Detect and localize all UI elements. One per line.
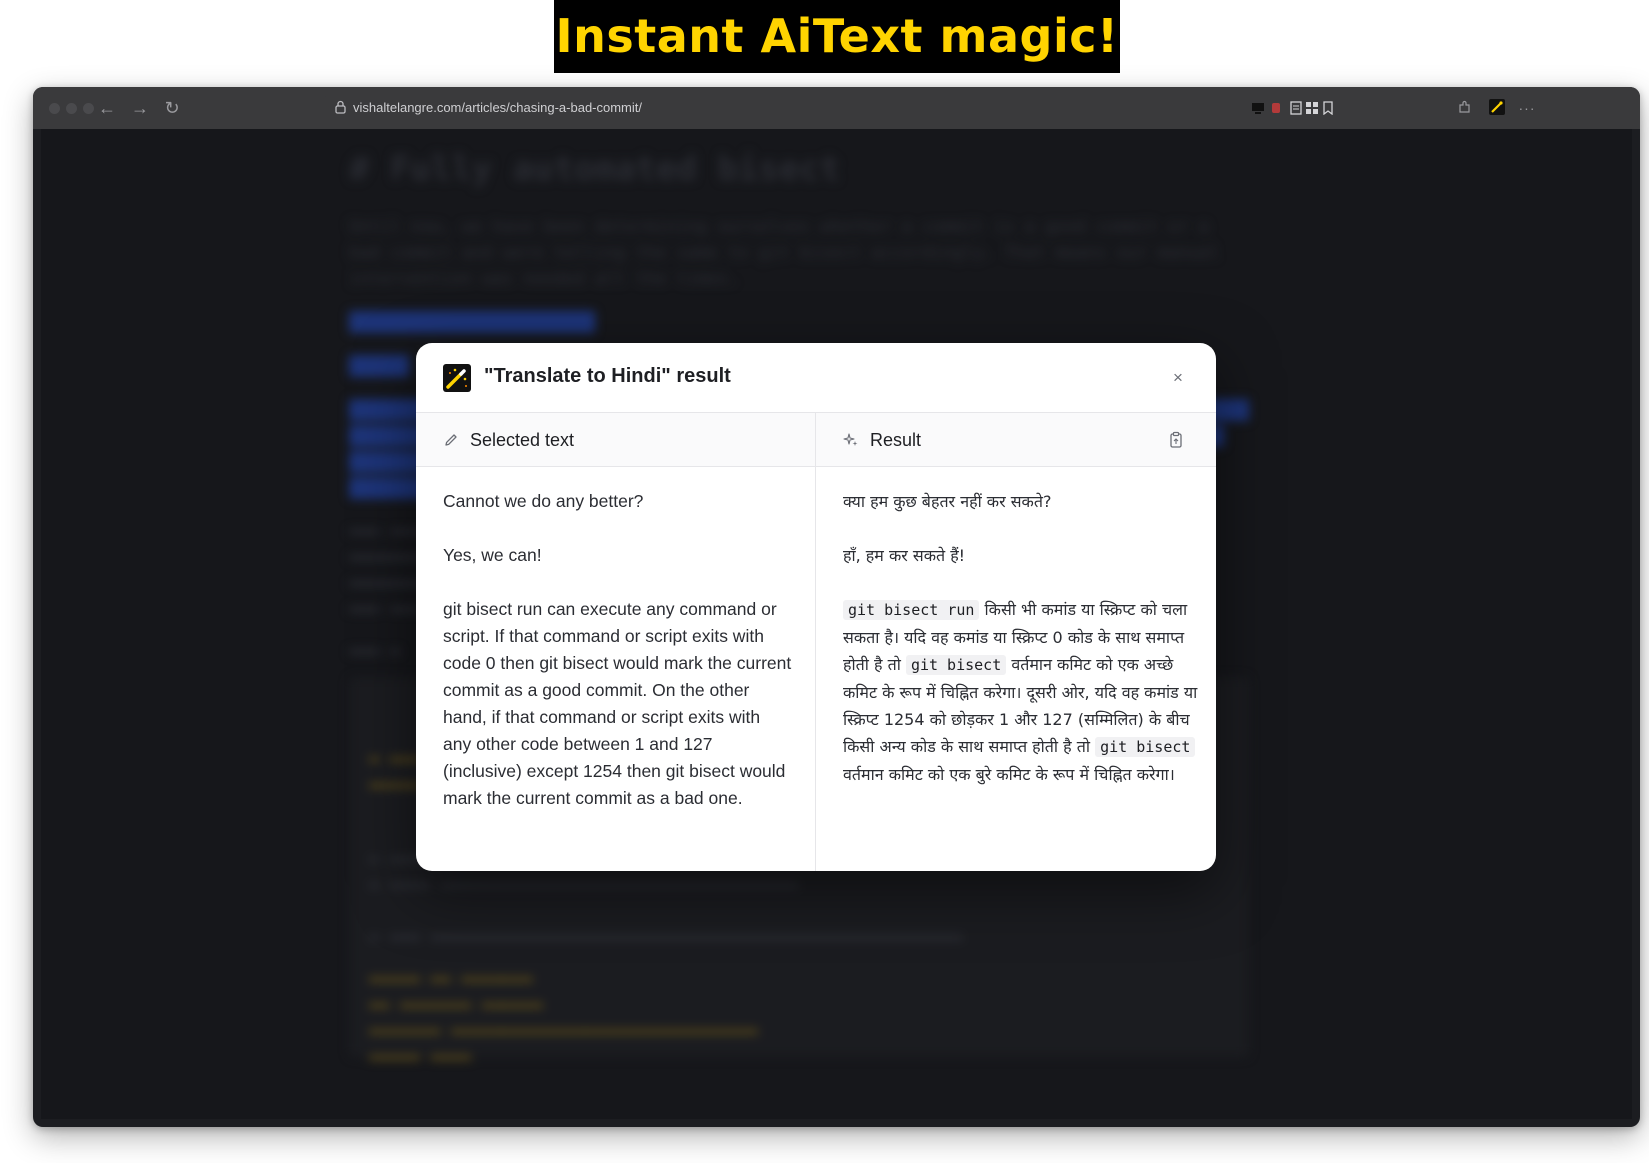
modal-title: "Translate to Hindi" result <box>484 365 731 387</box>
selected-text-label: Selected text <box>470 430 575 450</box>
lock-icon <box>335 100 346 114</box>
article-heading: # Fully automated bisect <box>349 149 841 189</box>
address-bar[interactable]: vishaltelangre.com/articles/chasing-a-ba… <box>323 95 1441 121</box>
banner-title: Instant AiText magic! <box>554 0 1120 73</box>
result-paragraph: git bisect run किसी भी कमांड या स्क्रिप्… <box>843 596 1198 788</box>
inline-code: git bisect run <box>843 600 980 620</box>
blurred-code: ▬▬ ▬▬▬▬▬▬▬ ▬▬▬▬▬▬ <box>369 995 543 1015</box>
minimize-window-dot[interactable] <box>66 103 77 114</box>
close-icon[interactable]: × <box>1167 367 1189 389</box>
extension-icon[interactable] <box>1457 100 1471 114</box>
reload-icon[interactable]: ↻ <box>160 96 184 120</box>
zoom-window-dot[interactable] <box>83 103 94 114</box>
blurred-text: ▬▬▬ ▬▬▬ <box>349 599 421 619</box>
back-arrow-icon[interactable]: ← <box>95 96 119 120</box>
selected-paragraph: git bisect run can execute any command o… <box>443 599 792 808</box>
article-line-1: Until now, we have been determining ours… <box>349 217 1209 237</box>
result-body[interactable]: क्या हम कुछ बेहतर नहीं कर सकते? हाँ, हम … <box>843 488 1198 815</box>
selected-text-header: Selected text <box>416 413 815 467</box>
reader-icon[interactable] <box>1289 101 1303 115</box>
blurred-code: ▬▬▬▬▬ ▬▬▬▬ <box>369 1047 472 1067</box>
result-text: वर्तमान कमिट को एक बुरे कमिट के रूप में … <box>843 765 1175 784</box>
browser-toolbar: ← → ↻ vishaltelangre.com/articles/chasin… <box>33 87 1640 129</box>
result-paragraph: क्या हम कुछ बेहतर नहीं कर सकते? <box>843 492 1052 511</box>
blurred-text: ▬▬▬ ▬ <box>349 641 401 661</box>
article-line-3: intervention was needed all the times. <box>349 269 738 289</box>
bookmark-icon[interactable] <box>1321 101 1335 115</box>
copy-clipboard-icon[interactable] <box>1168 431 1184 449</box>
selected-paragraph: Cannot we do any better? <box>443 491 644 511</box>
screen-icon[interactable] <box>1251 101 1265 115</box>
url-text[interactable]: vishaltelangre.com/articles/chasing-a-ba… <box>353 100 642 115</box>
pencil-icon <box>445 434 457 446</box>
selected-text-panel: Selected text Cannot we do any better? Y… <box>416 413 816 871</box>
result-paragraph: हाँ, हम कर सकते हैं! <box>843 546 966 565</box>
grid-icon[interactable] <box>1305 101 1319 115</box>
highlight-block <box>349 355 409 377</box>
blurred-code: ▬▬▬▬▬ <box>369 775 421 795</box>
forward-arrow-icon[interactable]: → <box>128 96 152 120</box>
blurred-code: ▬▬▬▬▬ ▬▬ ▬▬▬▬▬▬▬ <box>369 969 533 989</box>
close-window-dot[interactable] <box>49 103 60 114</box>
inline-code: git bisect <box>1095 737 1196 757</box>
result-panel: Result क्या हम कुछ बेहतर नहीं कर सकते? ह… <box>816 413 1216 871</box>
blurred-code: ▬ ▬▬▬ <box>369 749 421 769</box>
record-icon[interactable] <box>1269 101 1283 115</box>
result-modal: "Translate to Hindi" result × Selected t… <box>416 343 1216 871</box>
aitext-extension-icon[interactable] <box>1489 99 1505 115</box>
selected-paragraph: Yes, we can! <box>443 545 542 565</box>
modal-header: "Translate to Hindi" result × <box>416 343 1216 413</box>
browser-window: ← → ↻ vishaltelangre.com/articles/chasin… <box>33 87 1640 1127</box>
blurred-code: ▬ ▬▬▬▬ ▬▬▬▬▬▬▬▬▬▬▬▬▬▬▬▬▬▬▬▬▬▬▬▬▬▬▬▬▬▬▬▬▬… <box>369 875 799 895</box>
more-icon[interactable]: ··· <box>1515 96 1539 120</box>
inline-code: git bisect <box>905 655 1007 675</box>
magic-wand-icon <box>443 364 471 392</box>
result-label: Result <box>870 430 922 450</box>
result-header: Result <box>816 413 1216 467</box>
article-line-2: bad commit and were telling the same to … <box>349 243 1219 263</box>
selected-text-body[interactable]: Cannot we do any better? Yes, we can! gi… <box>443 488 793 839</box>
sparkle-icon <box>843 433 858 446</box>
highlight-block <box>349 311 595 333</box>
blurred-code: ▬ ▬▬▬ ▬▬▬▬▬▬▬▬▬▬▬▬▬▬▬▬▬▬▬▬▬▬▬▬▬▬▬▬▬▬▬▬▬▬… <box>369 927 963 947</box>
blurred-code: ▬▬▬▬▬▬▬ ▬▬▬▬▬▬▬▬▬▬▬▬▬▬▬▬▬▬▬▬▬▬▬▬▬▬▬▬▬▬ <box>369 1021 758 1041</box>
